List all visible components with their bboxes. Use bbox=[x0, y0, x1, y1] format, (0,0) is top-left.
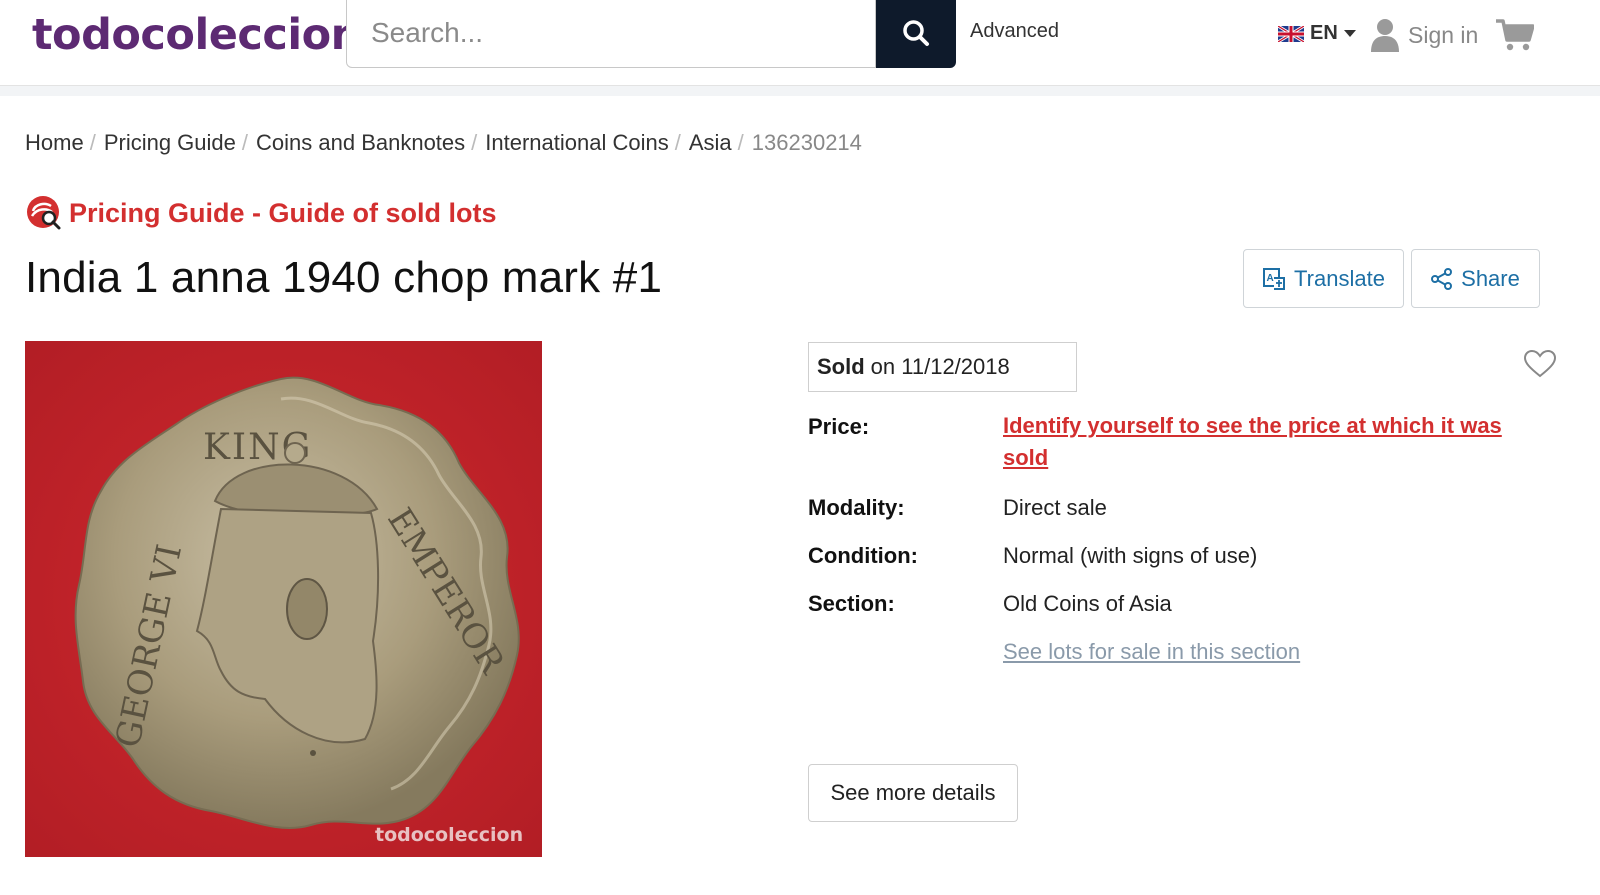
search-button[interactable] bbox=[876, 0, 956, 68]
translate-button[interactable]: A Translate bbox=[1243, 249, 1404, 308]
share-button[interactable]: Share bbox=[1411, 249, 1540, 308]
condition-value: Normal (with signs of use) bbox=[1003, 543, 1258, 568]
see-lots-for-sale-link[interactable]: See lots for sale in this section bbox=[1003, 639, 1300, 665]
site-header: todocoleccion Advanced EN Sign in bbox=[0, 0, 1600, 86]
advanced-search-link[interactable]: Advanced bbox=[970, 20, 1059, 43]
translate-icon: A bbox=[1263, 267, 1286, 290]
page-title: India 1 anna 1940 chop mark #1 bbox=[25, 253, 663, 302]
sign-in-label: Sign in bbox=[1408, 21, 1479, 48]
modality-label: Modality: bbox=[808, 495, 905, 520]
condition-label: Condition: bbox=[808, 543, 918, 568]
search-input[interactable] bbox=[346, 0, 876, 68]
share-label: Share bbox=[1461, 265, 1520, 291]
section-value: Old Coins of Asia bbox=[1003, 591, 1172, 616]
price-label: Price: bbox=[808, 414, 870, 439]
translate-label: Translate bbox=[1294, 265, 1385, 291]
login-to-see-price-link[interactable]: Identify yourself to see the price at wh… bbox=[1003, 410, 1543, 474]
sold-label: Sold bbox=[817, 354, 865, 379]
shopping-cart-icon bbox=[1496, 19, 1535, 51]
favorite-button[interactable] bbox=[1523, 349, 1557, 383]
product-image[interactable]: KING EMPEROR GEORGE VI todocoleccion bbox=[25, 341, 542, 857]
breadcrumb-pricing-guide[interactable]: Pricing Guide bbox=[104, 130, 236, 156]
coin-photo: KING EMPEROR GEORGE VI todocoleccion bbox=[25, 341, 542, 857]
breadcrumb-coins-banknotes[interactable]: Coins and Banknotes bbox=[256, 130, 465, 156]
share-icon bbox=[1431, 267, 1453, 290]
language-code: EN bbox=[1310, 22, 1338, 44]
pricing-guide-label: Pricing Guide - Guide of sold lots bbox=[69, 197, 497, 228]
search-icon bbox=[903, 20, 929, 46]
breadcrumb-current: 136230214 bbox=[751, 130, 862, 155]
breadcrumb-separator: / bbox=[674, 130, 681, 155]
header-band bbox=[0, 86, 1600, 96]
breadcrumb-international-coins[interactable]: International Coins bbox=[485, 130, 668, 156]
svg-text:A: A bbox=[1267, 273, 1274, 284]
caret-down-icon bbox=[1343, 29, 1356, 37]
breadcrumb-separator: / bbox=[241, 130, 249, 155]
sign-in-link[interactable]: Sign in bbox=[1370, 18, 1478, 52]
user-icon bbox=[1371, 19, 1399, 52]
uk-flag-icon bbox=[1278, 25, 1304, 42]
sold-date: on 11/12/2018 bbox=[870, 354, 1010, 379]
see-more-details-button[interactable]: See more details bbox=[808, 764, 1018, 822]
site-logo[interactable]: todocoleccion bbox=[32, 10, 361, 60]
sold-status: Sold on 11/12/2018 bbox=[808, 342, 1077, 392]
section-label: Section: bbox=[808, 591, 895, 616]
breadcrumb: Home / Pricing Guide / Coins and Banknotes… bbox=[25, 130, 862, 156]
heart-icon bbox=[1523, 349, 1557, 378]
pricing-guide-heading: Pricing Guide - Guide of sold lots bbox=[25, 194, 497, 232]
modality-value: Direct sale bbox=[1003, 495, 1107, 520]
breadcrumb-separator: / bbox=[737, 130, 744, 155]
pricing-guide-icon bbox=[27, 196, 61, 230]
breadcrumb-asia[interactable]: Asia bbox=[689, 130, 732, 156]
breadcrumb-separator: / bbox=[471, 130, 478, 155]
cart-button[interactable] bbox=[1496, 18, 1535, 57]
breadcrumb-home[interactable]: Home bbox=[25, 130, 84, 156]
image-watermark: todocoleccion bbox=[375, 824, 523, 846]
language-selector[interactable]: EN bbox=[1278, 22, 1356, 45]
breadcrumb-separator: / bbox=[89, 130, 96, 155]
